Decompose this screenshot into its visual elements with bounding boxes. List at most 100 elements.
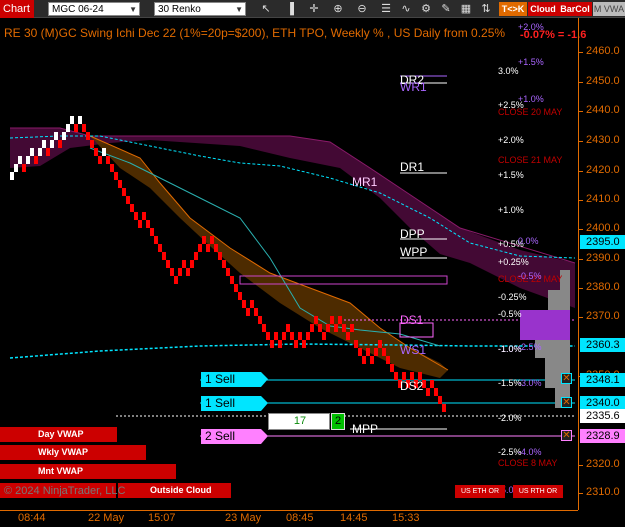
renko-brick (302, 340, 306, 348)
percent-level-label: -2.5% (518, 342, 542, 352)
percent-level-label: -3.0% (518, 378, 542, 388)
pivot-label: WPP (400, 245, 428, 259)
pivot-label: DPP (400, 227, 425, 241)
zoom-in-icon[interactable]: ⊕ (330, 1, 346, 17)
price-marker: 2340.0 (580, 396, 625, 410)
renko-brick (310, 324, 314, 332)
price-tick-mark (578, 288, 583, 289)
bar-type-selector[interactable]: 30 Renko ▼ (154, 2, 246, 16)
renko-brick (106, 156, 110, 164)
renko-brick (14, 164, 18, 172)
draw-icon[interactable]: ✎ (438, 1, 454, 17)
template-icon[interactable]: ▦ (458, 1, 474, 17)
price-tick-label: 2420.0 (586, 164, 620, 176)
renko-brick (370, 356, 374, 364)
renko-brick (174, 276, 178, 284)
percent-level-label: +1.5% (518, 57, 544, 67)
price-tick-label: 2400.0 (586, 222, 620, 234)
price-marker: 2360.3 (580, 338, 625, 352)
price-tick-mark (578, 493, 583, 494)
renko-brick (138, 220, 142, 228)
chart-tab[interactable]: Chart (0, 0, 34, 18)
renko-brick (258, 316, 262, 324)
renko-brick (230, 276, 234, 284)
percent-level-label: -0.5% (498, 309, 522, 319)
renko-brick (358, 348, 362, 356)
close-icon[interactable]: ✕ (561, 373, 572, 384)
renko-brick (434, 388, 438, 396)
pivot-label: WS1 (400, 343, 427, 357)
renko-brick (314, 316, 318, 324)
renko-brick (322, 332, 326, 340)
percent-level-label: -0.25% (498, 292, 527, 302)
renko-brick (78, 116, 82, 124)
renko-brick (334, 324, 338, 332)
price-tick-label: 2370.0 (586, 310, 620, 322)
time-tick-label: 15:07 (148, 512, 176, 524)
renko-brick (110, 164, 114, 172)
pivot-label: DS1 (400, 313, 424, 327)
price-tick-mark (578, 111, 583, 112)
order-arrow-icon (261, 429, 268, 444)
price-tick-mark (578, 465, 583, 466)
price-marker: 2348.1 (580, 373, 625, 387)
percent-level-label: CLOSE 8 MAY (498, 458, 558, 468)
renko-brick (26, 156, 30, 164)
barcol-toggle-button[interactable]: BarCol (558, 2, 592, 16)
pivot-label: DS2 (400, 379, 424, 393)
renko-brick (22, 164, 26, 172)
price-tick-mark (578, 52, 583, 53)
renko-brick (378, 340, 382, 348)
renko-brick (390, 364, 394, 372)
price-tick-label: 2390.0 (586, 252, 620, 264)
indicators-icon[interactable]: ∿ (398, 1, 414, 17)
renko-brick (146, 220, 150, 228)
percent-level-label: +1.5% (498, 170, 524, 180)
position-side-qty[interactable]: 2 (331, 413, 345, 430)
trade-icon[interactable]: ⇅ (478, 1, 494, 17)
zoom-out-icon[interactable]: ⊖ (354, 1, 370, 17)
renko-brick (202, 236, 206, 244)
close-icon[interactable]: ✕ (561, 397, 572, 408)
instrument-selector[interactable]: MGC 06-24 ▼ (48, 2, 140, 16)
order-label[interactable]: 1 Sell LMT (201, 372, 261, 401)
renko-brick (142, 212, 146, 220)
renko-brick (430, 380, 434, 388)
renko-brick (442, 404, 446, 412)
day-vwap-label: Day VWAP (0, 427, 117, 442)
price-tick-label: 2460.0 (586, 45, 620, 57)
bars-icon[interactable]: ▐ (282, 1, 298, 17)
renko-brick (318, 324, 322, 332)
renko-brick (158, 244, 162, 252)
renko-brick (214, 244, 218, 252)
price-tick-label: 2410.0 (586, 193, 620, 205)
renko-brick (218, 252, 222, 260)
price-tick-label: 2320.0 (586, 458, 620, 470)
position-box[interactable]: 17 (268, 413, 330, 430)
tk-toggle-button[interactable]: T<>K (499, 2, 527, 16)
percent-level-label: +1.0% (498, 205, 524, 215)
close-icon[interactable]: ✕ (561, 430, 572, 441)
us-rth-or-button[interactable]: US RTH OR (513, 485, 563, 498)
price-marker: 2395.0 (580, 235, 625, 249)
renko-brick (74, 124, 78, 132)
time-tick-label: 08:44 (18, 512, 46, 524)
us-eth-or-button[interactable]: US ETH OR (455, 485, 505, 498)
cloud-toggle-button[interactable]: Cloud (528, 2, 558, 16)
renko-brick (126, 196, 130, 204)
price-tick-mark (578, 317, 583, 318)
crosshair-icon[interactable]: ✛ (306, 1, 322, 17)
renko-brick (290, 332, 294, 340)
renko-brick (338, 316, 342, 324)
renko-brick (366, 348, 370, 356)
renko-brick (386, 356, 390, 364)
order-label[interactable]: 1 Sell LMT (201, 396, 261, 425)
strategies-icon[interactable]: ⚙ (418, 1, 434, 17)
pointer-icon[interactable]: ↖ (258, 1, 274, 17)
order-label[interactable]: 2 Sell SLM (201, 429, 261, 458)
mvwap-toggle-button[interactable]: M VWA (593, 2, 625, 16)
properties-icon[interactable]: ☰ (378, 1, 394, 17)
renko-brick (294, 340, 298, 348)
renko-brick (394, 372, 398, 380)
renko-brick (118, 180, 122, 188)
